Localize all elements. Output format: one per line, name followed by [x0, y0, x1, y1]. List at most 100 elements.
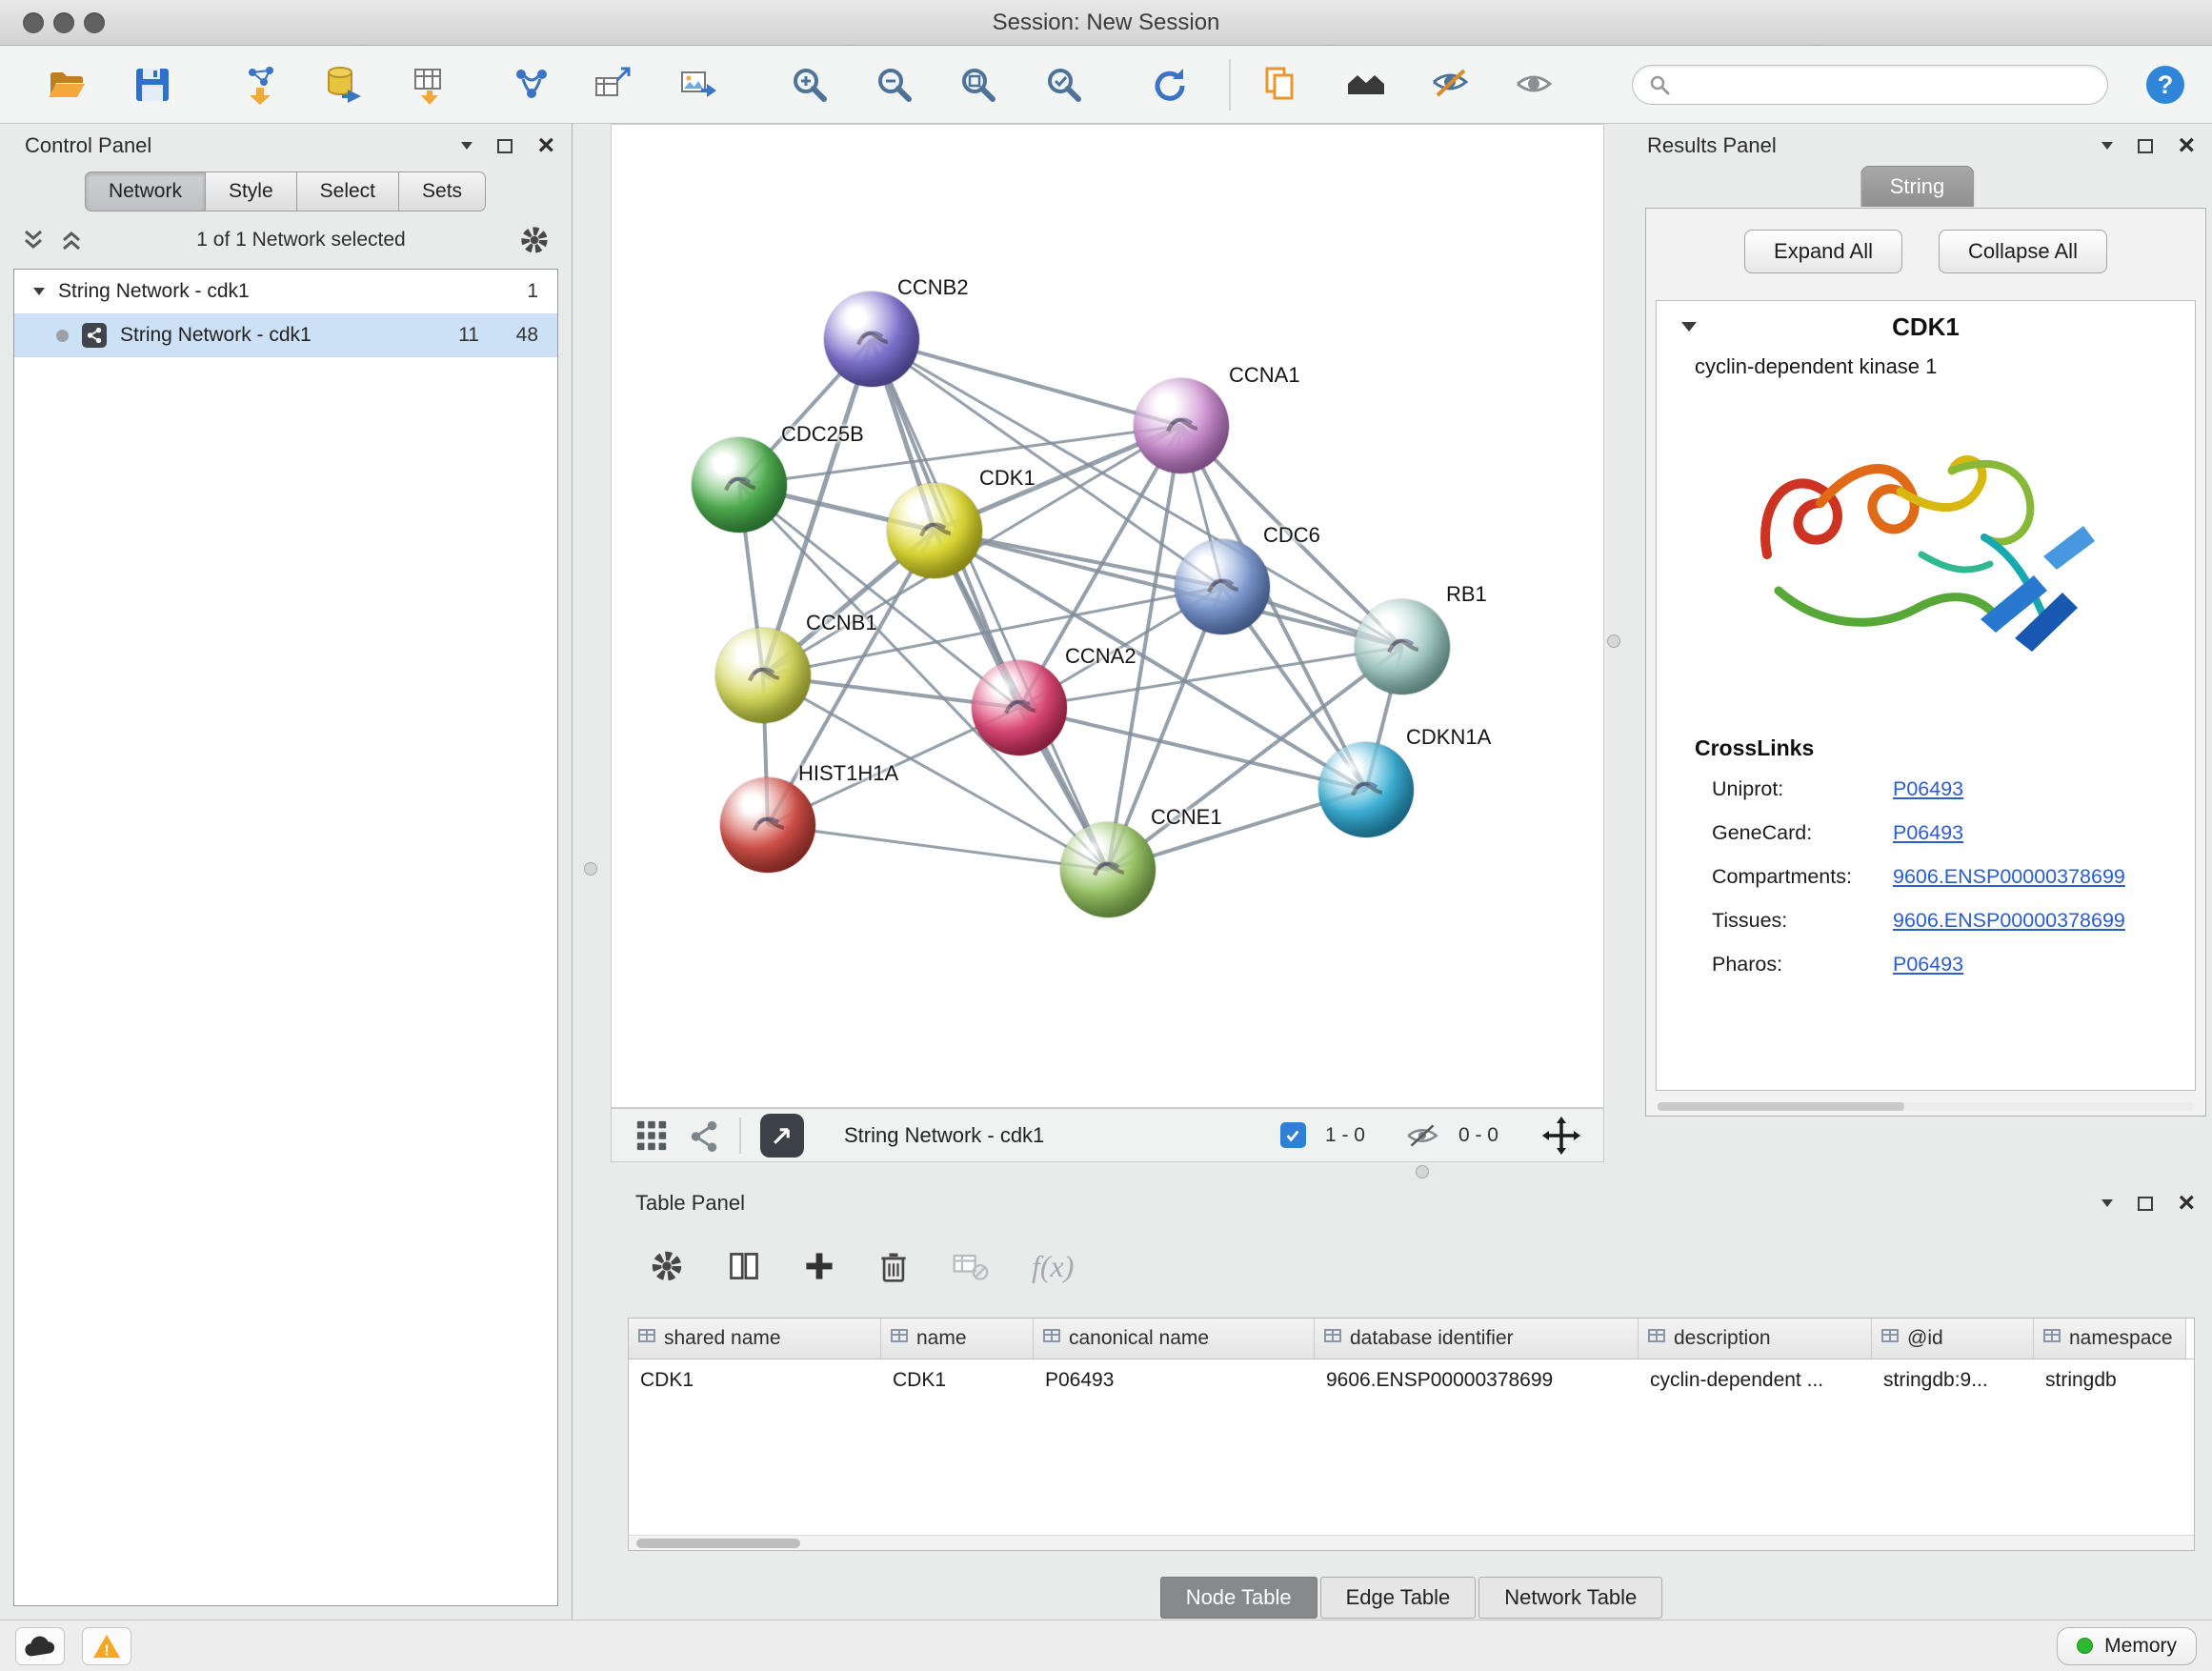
- import-network-file-button[interactable]: [231, 54, 292, 115]
- tab-network[interactable]: Network: [85, 171, 206, 211]
- crosslink-label: GeneCard:: [1712, 821, 1893, 845]
- cloud-status-button[interactable]: [15, 1627, 65, 1665]
- table-cell[interactable]: P06493: [1034, 1359, 1315, 1401]
- tab-sets[interactable]: Sets: [398, 171, 486, 211]
- network-node-CDKN1A[interactable]: [1318, 742, 1414, 837]
- column-header-description[interactable]: description: [1639, 1319, 1872, 1359]
- show-panel-button[interactable]: [1504, 54, 1565, 115]
- open-session-button[interactable]: [36, 54, 97, 115]
- network-node-CCNA2[interactable]: [972, 660, 1067, 755]
- results-scrollbar[interactable]: [1658, 1102, 2194, 1111]
- crosslink-link[interactable]: P06493: [1893, 821, 1963, 845]
- edge-HIST1H1A-CCNE1[interactable]: [768, 825, 1108, 870]
- save-session-button[interactable]: [122, 54, 183, 115]
- table-cell[interactable]: CDK1: [881, 1359, 1034, 1401]
- table-cell[interactable]: stringdb:9...: [1872, 1359, 2034, 1401]
- column-header-canonical-name[interactable]: canonical name: [1034, 1319, 1315, 1359]
- new-network-button[interactable]: [501, 54, 562, 115]
- grid-view-icon[interactable]: [634, 1118, 669, 1153]
- network-node-CCNA1[interactable]: [1134, 378, 1229, 473]
- delete-column-icon[interactable]: [877, 1249, 910, 1283]
- warnings-button[interactable]: !: [82, 1627, 131, 1665]
- network-node-CCNE1[interactable]: [1060, 822, 1156, 917]
- float-panel-icon[interactable]: [2101, 142, 2113, 150]
- hide-panel-button[interactable]: [1420, 54, 1481, 115]
- network-collection-row[interactable]: String Network - cdk1 1: [14, 270, 557, 313]
- tab-select[interactable]: Select: [296, 171, 399, 211]
- right-splitter-handle[interactable]: [1607, 634, 1620, 648]
- bottom-splitter-handle[interactable]: [1416, 1165, 1429, 1178]
- collapse-all-icon[interactable]: [21, 228, 46, 252]
- refresh-button[interactable]: [1139, 54, 1200, 115]
- dock-panel-icon[interactable]: [497, 139, 513, 153]
- table-cell[interactable]: cyclin-dependent ...: [1639, 1359, 1872, 1401]
- dock-panel-icon[interactable]: [2138, 1197, 2153, 1211]
- birdseye-view-icon[interactable]: [688, 1119, 720, 1152]
- collapse-all-button[interactable]: Collapse All: [1939, 230, 2107, 273]
- network-row-selected[interactable]: String Network - cdk1 11 48: [14, 313, 557, 357]
- help-button[interactable]: ?: [2135, 54, 2196, 115]
- expand-all-button[interactable]: Expand All: [1744, 230, 1902, 273]
- zoom-in-button[interactable]: [779, 54, 840, 115]
- edge-CCNA2-CDKN1A[interactable]: [1019, 708, 1366, 790]
- table-cell[interactable]: stringdb: [2034, 1359, 2186, 1401]
- table-horizontal-scrollbar[interactable]: [629, 1535, 2194, 1550]
- column-header--id[interactable]: @id: [1872, 1319, 2034, 1359]
- crosslink-link[interactable]: 9606.ENSP00000378699: [1893, 865, 2125, 889]
- gear-icon[interactable]: [649, 1248, 685, 1284]
- export-image-button[interactable]: [668, 54, 729, 115]
- gear-icon[interactable]: [518, 224, 551, 256]
- tab-node-table[interactable]: Node Table: [1160, 1577, 1317, 1619]
- protein-section-header[interactable]: CDK1: [1657, 301, 2195, 352]
- tab-edge-table[interactable]: Edge Table: [1320, 1577, 1477, 1619]
- left-splitter-handle[interactable]: [584, 862, 597, 876]
- network-node-CCNB2[interactable]: [824, 292, 919, 387]
- edge-CCNB2-CCNE1[interactable]: [872, 339, 1108, 870]
- crosslink-link[interactable]: 9606.ENSP00000378699: [1893, 909, 2125, 933]
- column-header-name[interactable]: name: [881, 1319, 1034, 1359]
- zoom-fit-button[interactable]: [948, 54, 1009, 115]
- close-panel-icon[interactable]: ×: [2178, 131, 2195, 160]
- column-header-database-identifier[interactable]: database identifier: [1315, 1319, 1639, 1359]
- search-field[interactable]: [1632, 65, 2108, 105]
- zoom-out-button[interactable]: [864, 54, 925, 115]
- select-columns-icon[interactable]: [727, 1249, 761, 1283]
- crosslink-link[interactable]: P06493: [1893, 953, 1963, 976]
- table-cell[interactable]: 9606.ENSP00000378699: [1315, 1359, 1639, 1401]
- home-button[interactable]: [1336, 54, 1397, 115]
- import-table-file-button[interactable]: [399, 54, 460, 115]
- selected-checkbox-icon[interactable]: [1280, 1122, 1306, 1148]
- expand-all-icon[interactable]: [59, 228, 84, 252]
- close-panel-icon[interactable]: ×: [537, 131, 554, 160]
- section-disclosure-icon[interactable]: [1681, 322, 1697, 332]
- network-from-table-button[interactable]: [582, 54, 643, 115]
- copy-button[interactable]: [1250, 54, 1311, 115]
- tree-disclosure-icon[interactable]: [33, 288, 45, 295]
- network-node-CDC6[interactable]: [1175, 539, 1270, 634]
- import-network-database-button[interactable]: [312, 54, 373, 115]
- table-cell[interactable]: CDK1: [629, 1359, 881, 1401]
- network-node-HIST1H1A[interactable]: [720, 777, 815, 873]
- column-header-namespace[interactable]: namespace: [2034, 1319, 2186, 1359]
- network-node-CDC25B[interactable]: [692, 437, 787, 533]
- tab-network-table[interactable]: Network Table: [1478, 1577, 1662, 1619]
- zoom-selected-button[interactable]: [1034, 54, 1095, 115]
- pan-crosshair-icon[interactable]: [1542, 1117, 1580, 1155]
- detach-view-button[interactable]: [760, 1114, 804, 1158]
- float-panel-icon[interactable]: [461, 142, 473, 150]
- network-canvas[interactable]: CCNB2CCNA1CDC25BCDK1CDC6RB1CCNB1CCNA2CDK…: [611, 124, 1604, 1108]
- tab-style[interactable]: Style: [205, 171, 297, 211]
- network-node-CDK1[interactable]: [887, 483, 982, 578]
- network-node-CCNB1[interactable]: [715, 628, 811, 723]
- add-column-icon[interactable]: [803, 1250, 835, 1282]
- dock-panel-icon[interactable]: [2138, 139, 2153, 153]
- table-row[interactable]: CDK1CDK1P064939606.ENSP00000378699cyclin…: [629, 1359, 2194, 1401]
- crosslink-link[interactable]: P06493: [1893, 777, 1963, 801]
- float-panel-icon[interactable]: [2101, 1199, 2113, 1207]
- search-input[interactable]: [1680, 73, 2092, 96]
- column-header-shared-name[interactable]: shared name: [629, 1319, 881, 1359]
- string-results-tab[interactable]: String: [1860, 166, 1974, 207]
- close-panel-icon[interactable]: ×: [2178, 1189, 2195, 1218]
- network-node-RB1[interactable]: [1355, 599, 1450, 695]
- memory-button[interactable]: Memory: [2057, 1627, 2197, 1665]
